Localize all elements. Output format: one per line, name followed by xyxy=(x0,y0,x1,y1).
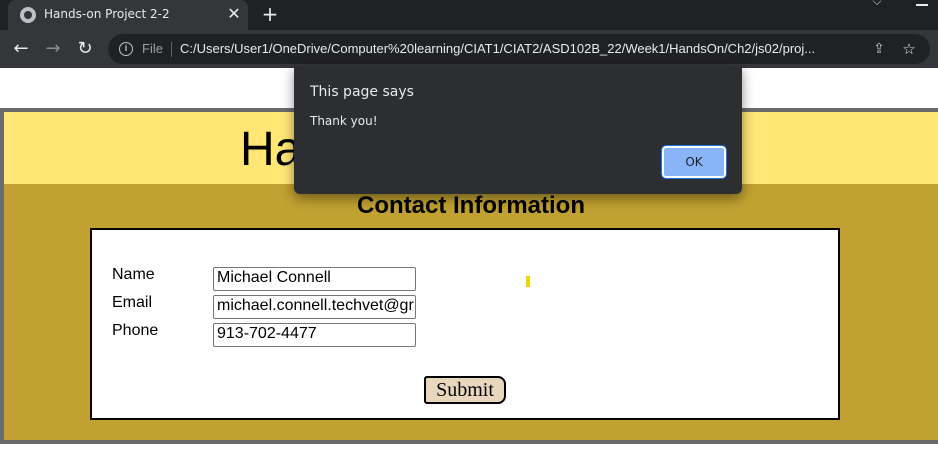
ok-button[interactable]: OK xyxy=(661,145,727,179)
section-title: Contact Information xyxy=(357,192,585,219)
new-tab-button[interactable]: + xyxy=(259,3,281,25)
phone-field[interactable]: 913-702-4477 xyxy=(213,323,416,347)
dialog-title: This page says xyxy=(310,84,414,100)
browser-tab-strip: Hands-on Project 2-2 ✕ + ⌵ xyxy=(0,0,938,30)
file-scheme-label: File xyxy=(142,41,163,56)
phone-label: Phone xyxy=(112,322,159,339)
address-separator xyxy=(171,42,172,57)
text-cursor-marker xyxy=(526,276,530,287)
email-label: Email xyxy=(112,294,153,311)
name-label: Name xyxy=(112,266,155,283)
address-bar[interactable]: i File C:/Users/User1/OneDrive/Computer%… xyxy=(108,34,930,64)
info-icon[interactable]: i xyxy=(119,42,133,56)
dialog-message: Thank you! xyxy=(310,114,378,128)
content-band: Contact Information Name Michael Connell… xyxy=(4,184,938,440)
forward-button[interactable]: → xyxy=(42,38,64,60)
alert-dialog: This page says Thank you! OK xyxy=(294,66,742,194)
name-field[interactable]: Michael Connell xyxy=(213,267,416,291)
page-heading: Ha xyxy=(240,123,302,176)
minimize-button[interactable] xyxy=(916,4,928,6)
url-text[interactable]: C:/Users/User1/OneDrive/Computer%20learn… xyxy=(180,41,860,56)
email-field[interactable]: michael.connell.techvet@gr xyxy=(213,295,416,319)
browser-tab[interactable]: Hands-on Project 2-2 ✕ xyxy=(8,0,248,30)
globe-icon xyxy=(20,7,36,23)
back-button[interactable]: ← xyxy=(10,38,32,60)
tab-close-button[interactable]: ✕ xyxy=(224,4,244,24)
reload-button[interactable]: ↻ xyxy=(74,38,96,60)
submit-button[interactable]: Submit xyxy=(424,376,506,404)
tab-search-chevron-icon[interactable]: ⌵ xyxy=(868,0,886,12)
browser-toolbar: ← → ↻ i File C:/Users/User1/OneDrive/Com… xyxy=(0,30,938,68)
star-icon[interactable]: ☆ xyxy=(900,40,918,58)
share-icon[interactable]: ⇪ xyxy=(870,40,888,58)
tab-title: Hands-on Project 2-2 xyxy=(44,7,170,21)
contact-form: Name Michael Connell Email michael.conne… xyxy=(90,228,840,420)
